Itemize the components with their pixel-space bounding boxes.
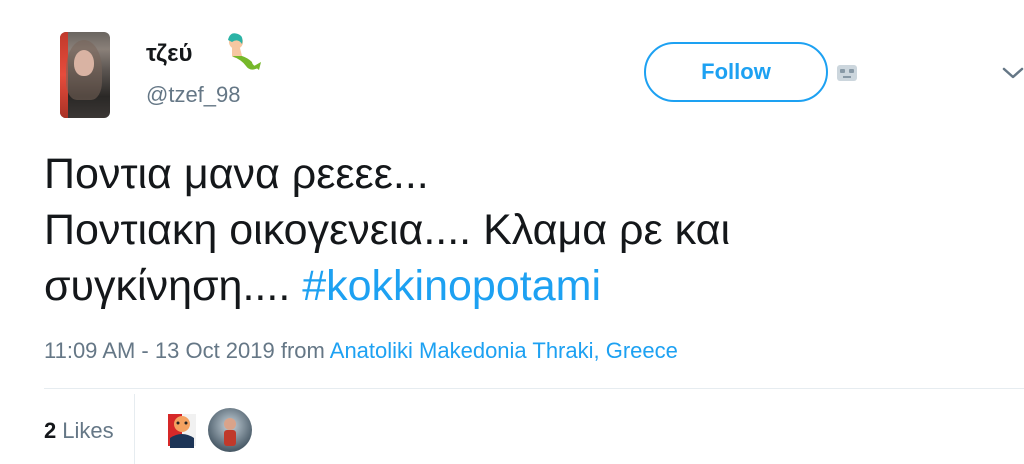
tweet-text: Ποντια μανα ρεεεε... Ποντιακη οικογενεια… xyxy=(44,146,1004,314)
tweet-line: Ποντια μανα ρεεεε... xyxy=(44,150,429,198)
block-icon[interactable] xyxy=(836,64,858,82)
vertical-divider xyxy=(134,394,135,464)
likes-label: Likes xyxy=(62,418,114,443)
hashtag-link[interactable]: #kokkinopotami xyxy=(302,262,601,310)
author-handle[interactable]: @tzef_98 xyxy=(146,82,241,108)
tweet-line-with-hashtag: συγκίνηση.... #kokkinopotami xyxy=(44,258,1004,314)
tweet-card: τζεύ @tzef_98 Follow Ποντια μανα ρεεεε..… xyxy=(0,0,1024,464)
mermaid-icon xyxy=(228,33,261,70)
tweet-meta: 11:09 AM - 13 Oct 2019 from Anatoliki Ma… xyxy=(44,338,678,364)
liker-avatar[interactable] xyxy=(208,408,252,452)
from-label: from xyxy=(280,338,325,363)
timestamp[interactable]: 11:09 AM - 13 Oct 2019 xyxy=(44,338,275,363)
location-link[interactable]: Anatoliki Makedonia Thraki, Greece xyxy=(330,338,678,363)
liker-avatar[interactable] xyxy=(160,408,204,452)
author-name[interactable]: τζεύ xyxy=(146,40,192,68)
author-avatar[interactable] xyxy=(60,32,110,118)
likes-count: 2 xyxy=(44,418,57,443)
follow-button[interactable]: Follow xyxy=(644,42,828,102)
divider xyxy=(44,388,1024,389)
likes-stat[interactable]: 2 Likes xyxy=(44,418,114,444)
liker-avatar-icon xyxy=(224,418,236,446)
tweet-line: Ποντιακη οικογενεια.... Κλαμα ρε και xyxy=(44,206,731,254)
liker-avatar-icon xyxy=(168,414,196,448)
tweet-line: συγκίνηση.... xyxy=(44,262,291,310)
chevron-down-icon[interactable] xyxy=(1002,66,1024,80)
avatar-detail xyxy=(74,50,94,76)
